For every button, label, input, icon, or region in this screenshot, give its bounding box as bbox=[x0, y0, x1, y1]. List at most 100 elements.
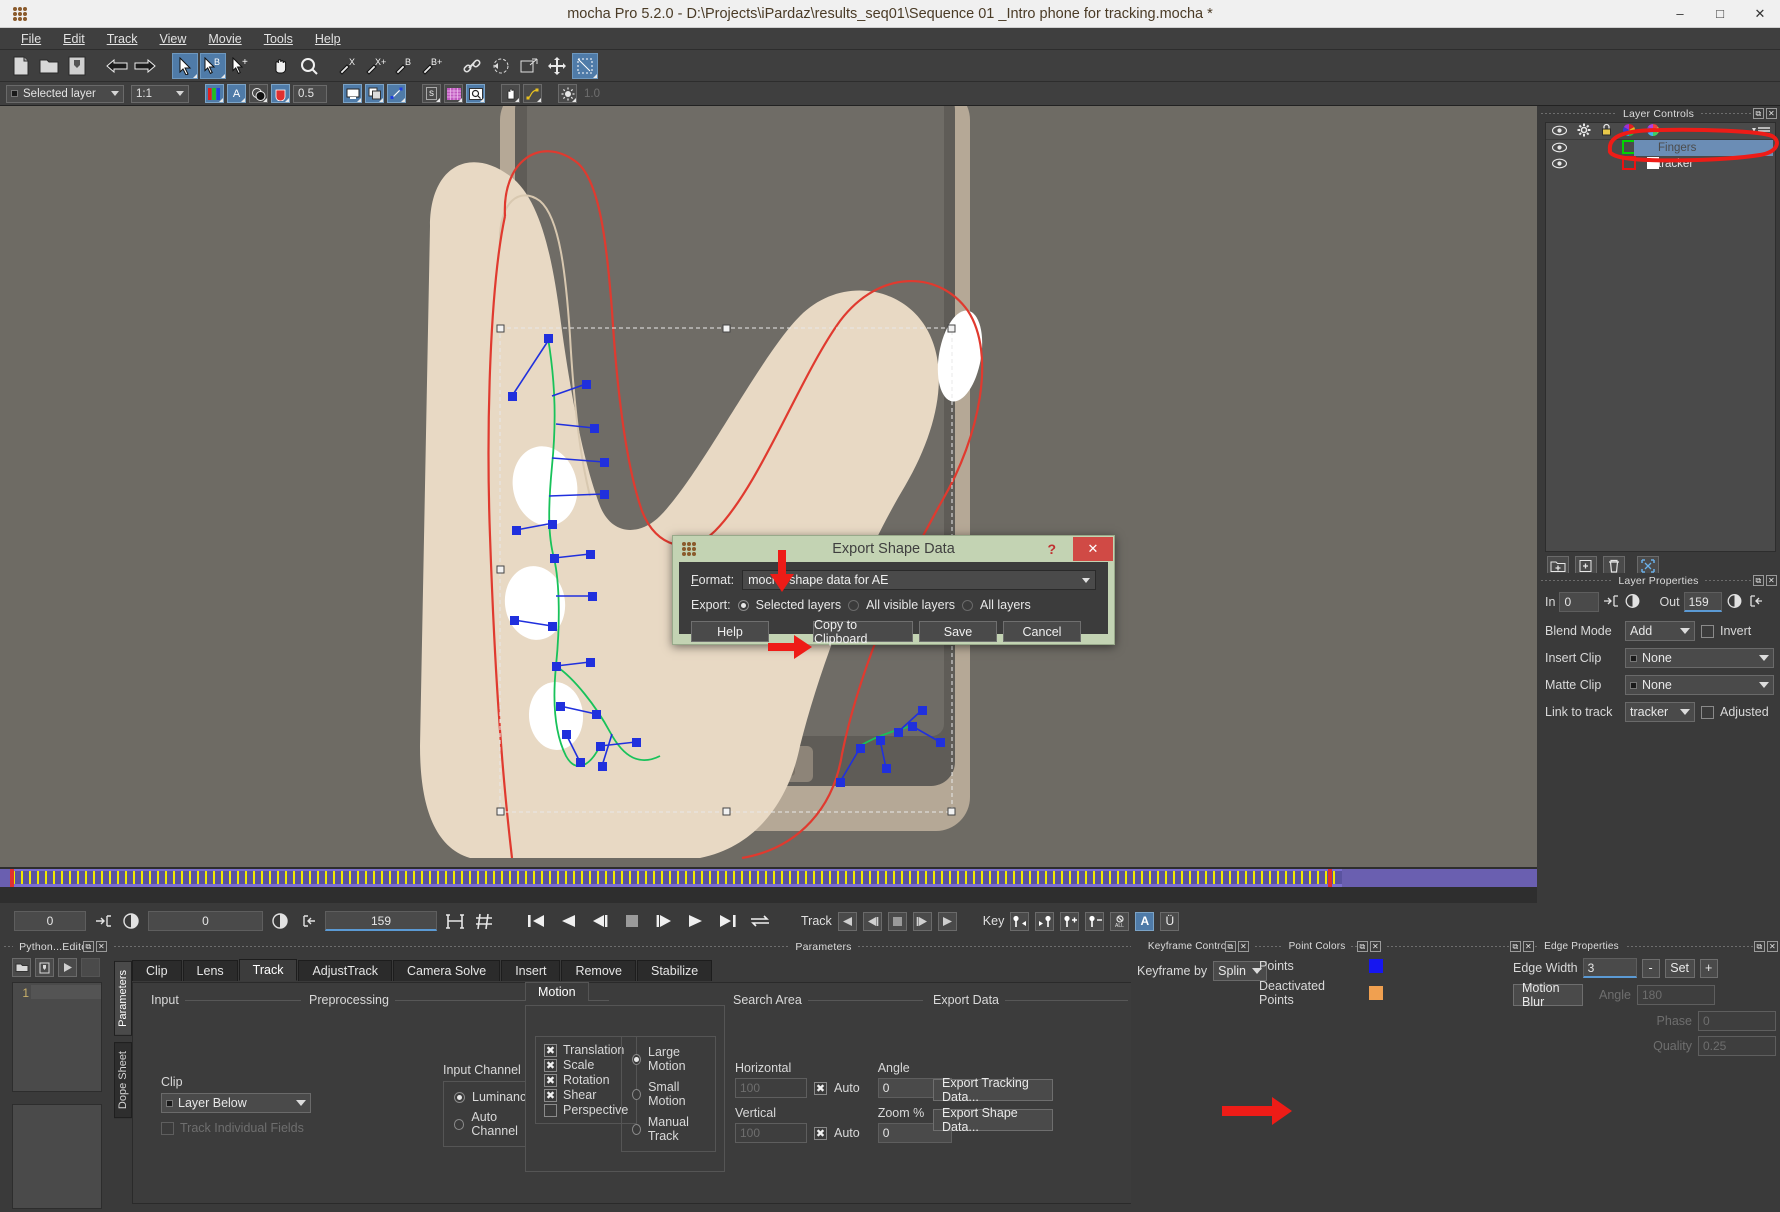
gear-icon[interactable] bbox=[1577, 123, 1591, 140]
menu-track[interactable]: Track bbox=[96, 30, 149, 48]
out-field[interactable]: 159 bbox=[1683, 592, 1722, 612]
format-dropdown[interactable]: mocha shape data for AE bbox=[742, 570, 1096, 590]
frame-in-field[interactable]: 0 bbox=[14, 911, 86, 931]
play-forward-icon[interactable] bbox=[683, 910, 709, 932]
track-step-backward-icon[interactable] bbox=[862, 911, 882, 931]
tab-adjusttrack[interactable]: AdjustTrack bbox=[298, 960, 392, 981]
stop-script-icon[interactable] bbox=[81, 958, 100, 977]
horizontal-auto-checkbox[interactable]: ✖ bbox=[814, 1081, 827, 1095]
menu-help[interactable]: Help bbox=[304, 30, 352, 48]
save-button[interactable]: Save bbox=[919, 621, 997, 642]
menu-edit[interactable]: Edit bbox=[52, 30, 96, 48]
luminance-radio[interactable] bbox=[454, 1091, 465, 1103]
show-points-icon[interactable] bbox=[387, 84, 406, 103]
quality-field[interactable]: 0.25 bbox=[1698, 1036, 1776, 1056]
tab-track[interactable]: Track bbox=[238, 959, 298, 981]
pan-hand-icon[interactable] bbox=[268, 53, 294, 79]
in-field[interactable]: 0 bbox=[1559, 592, 1600, 612]
export-tracking-data-button[interactable]: Export Tracking Data... bbox=[933, 1076, 1053, 1104]
copy-to-clipboard-button[interactable]: Copy to Clipboard bbox=[813, 618, 913, 646]
auto-keyframe-icon[interactable]: A bbox=[1135, 911, 1155, 931]
go-to-end-icon[interactable] bbox=[715, 910, 741, 932]
rotate-tool-icon[interactable] bbox=[488, 53, 514, 79]
grid-overlay-icon[interactable] bbox=[444, 84, 463, 103]
menu-tools[interactable]: Tools bbox=[253, 30, 304, 48]
menu-movie[interactable]: Movie bbox=[197, 30, 252, 48]
link-chain-icon[interactable] bbox=[460, 53, 486, 79]
eye-icon[interactable] bbox=[1551, 124, 1568, 139]
out-keyframe-icon[interactable] bbox=[269, 912, 291, 931]
layer-outline-swatch[interactable] bbox=[1622, 155, 1636, 173]
rgb-channels-icon[interactable] bbox=[205, 84, 224, 103]
manual-track-radio[interactable] bbox=[632, 1123, 641, 1135]
close-panel-icon[interactable]: ✕ bbox=[1766, 108, 1777, 119]
float-panel-icon[interactable]: ⧉ bbox=[1753, 575, 1764, 586]
spline-path-icon[interactable] bbox=[523, 84, 542, 103]
xspline-tool-icon[interactable]: X bbox=[336, 53, 362, 79]
save-project-icon[interactable] bbox=[64, 53, 90, 79]
out-keyframe-icon[interactable] bbox=[1726, 593, 1743, 612]
prev-arrow-icon[interactable] bbox=[104, 53, 130, 79]
select-b-tool-icon[interactable]: B bbox=[200, 52, 226, 79]
tab-insert[interactable]: Insert bbox=[501, 960, 561, 981]
in-keyframe-icon[interactable] bbox=[120, 912, 142, 931]
menu-file[interactable]: File bbox=[10, 30, 52, 48]
vertical-field[interactable]: 100 bbox=[735, 1123, 807, 1143]
python-code-area[interactable]: 1 bbox=[12, 982, 102, 1092]
deactivated-points-color-swatch[interactable] bbox=[1369, 986, 1383, 1000]
rotation-checkbox[interactable]: ✖ bbox=[544, 1073, 557, 1087]
edge-width-plus-button[interactable]: + bbox=[1699, 958, 1718, 978]
horizontal-field[interactable]: 100 bbox=[735, 1078, 807, 1098]
go-to-start-icon[interactable] bbox=[523, 910, 549, 932]
sidebar-item-label[interactable]: Fingers bbox=[1634, 140, 1773, 156]
all-layers-radio[interactable] bbox=[962, 599, 973, 611]
opacity-field[interactable]: 0.5 bbox=[293, 84, 327, 103]
float-panel-icon[interactable]: ⧉ bbox=[1225, 941, 1236, 952]
open-script-icon[interactable] bbox=[12, 958, 31, 977]
scale-checkbox[interactable]: ✖ bbox=[544, 1058, 557, 1072]
selected-layers-radio[interactable] bbox=[737, 599, 749, 611]
track-backward-icon[interactable] bbox=[837, 911, 857, 931]
cancel-button[interactable]: Cancel bbox=[1003, 621, 1081, 642]
matte-clip-dropdown[interactable]: None bbox=[1625, 675, 1774, 695]
stabilize-view-icon[interactable]: s bbox=[422, 84, 441, 103]
float-panel-icon[interactable]: ⧉ bbox=[1357, 941, 1368, 952]
outline-color-icon[interactable] bbox=[1622, 123, 1636, 140]
dialog-close-button[interactable]: ✕ bbox=[1073, 537, 1113, 561]
eye-icon[interactable] bbox=[1551, 141, 1568, 156]
motion-blur-button[interactable]: Motion Blur bbox=[1513, 981, 1583, 1009]
adjusted-checkbox[interactable] bbox=[1701, 705, 1714, 719]
table-row[interactable]: Fingers bbox=[1546, 139, 1775, 156]
angle-field[interactable]: 180 bbox=[1637, 985, 1715, 1005]
pan-preview-icon[interactable] bbox=[501, 84, 520, 103]
run-script-icon[interactable] bbox=[58, 958, 77, 977]
phase-field[interactable]: 0 bbox=[1698, 1011, 1776, 1031]
track-individual-fields-checkbox[interactable] bbox=[161, 1121, 174, 1135]
remove-keyframe-icon[interactable] bbox=[1085, 911, 1105, 931]
layer-scope-dropdown[interactable]: Selected layer bbox=[6, 84, 124, 103]
small-motion-radio[interactable] bbox=[632, 1088, 642, 1100]
transform-tool-icon[interactable] bbox=[572, 52, 598, 79]
bezier-add-tool-icon[interactable]: B+ bbox=[420, 53, 446, 79]
close-panel-icon[interactable]: ✕ bbox=[1767, 941, 1778, 952]
perspective-checkbox[interactable] bbox=[544, 1103, 557, 1117]
new-project-icon[interactable] bbox=[8, 53, 34, 79]
close-panel-icon[interactable]: ✕ bbox=[1238, 941, 1249, 952]
delete-all-keyframes-icon[interactable]: ALL bbox=[1110, 911, 1130, 931]
play-backward-icon[interactable] bbox=[555, 910, 581, 932]
zoom-magnifier-icon[interactable] bbox=[296, 53, 322, 79]
alpha-channel-icon[interactable]: A bbox=[227, 84, 246, 103]
all-visible-layers-radio[interactable] bbox=[848, 599, 860, 611]
track-forward-icon[interactable] bbox=[937, 911, 957, 931]
set-out-point-icon[interactable] bbox=[297, 912, 319, 931]
float-panel-icon[interactable]: ⧉ bbox=[1510, 941, 1521, 952]
set-in-icon[interactable] bbox=[1603, 594, 1620, 611]
vtab-dope-sheet[interactable]: Dope Sheet bbox=[114, 1041, 132, 1118]
bezier-tool-icon[interactable]: B bbox=[392, 53, 418, 79]
tab-stabilize[interactable]: Stabilize bbox=[637, 960, 713, 981]
scale-tool-icon[interactable] bbox=[516, 53, 542, 79]
track-stop-icon[interactable] bbox=[887, 911, 907, 931]
move-tool-icon[interactable] bbox=[544, 53, 570, 79]
duplicate-layers-icon[interactable] bbox=[365, 84, 384, 103]
vertical-auto-checkbox[interactable]: ✖ bbox=[814, 1126, 827, 1140]
